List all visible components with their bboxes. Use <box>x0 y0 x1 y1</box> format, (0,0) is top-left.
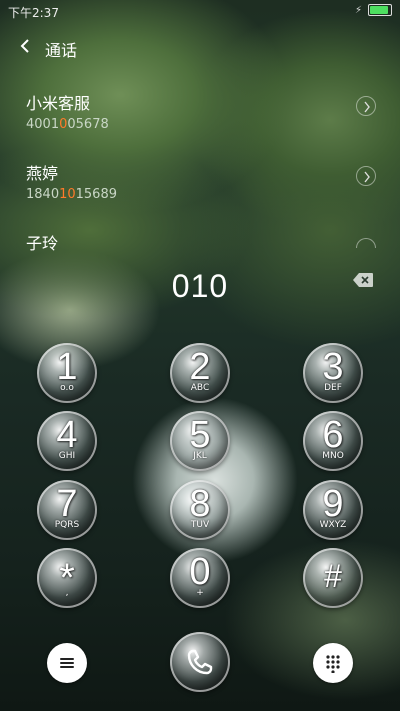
contact-detail-button[interactable] <box>356 166 376 186</box>
status-icons: ⚡︎ <box>355 4 392 16</box>
bolt-icon: ⚡︎ <box>354 4 362 16</box>
key-4[interactable]: 4 GHI <box>37 411 97 471</box>
status-time: 下午2:37 <box>8 6 59 20</box>
key-9[interactable]: 9 WXYZ <box>303 480 363 540</box>
contact-name: 燕婷 <box>26 164 59 183</box>
key-5[interactable]: 5 JKL <box>170 411 230 471</box>
menu-button[interactable] <box>47 643 87 683</box>
battery-icon <box>368 4 392 16</box>
key-7[interactable]: 7 PQRS <box>37 480 97 540</box>
backspace-icon[interactable] <box>352 272 374 288</box>
key-letters: GHI <box>58 451 76 461</box>
key-letters: + <box>196 588 204 598</box>
status-bar: 下午2:37 ⚡︎ <box>0 0 400 22</box>
keypad-icon <box>326 655 340 673</box>
number-match-highlight: 10 <box>59 187 76 202</box>
contact-number: 4001005678 <box>26 117 109 132</box>
chevron-right-icon <box>364 101 370 113</box>
dialed-number: 010 <box>171 268 229 304</box>
key-hash[interactable]: # <box>303 548 363 608</box>
key-2[interactable]: 2 ABC <box>170 343 230 403</box>
contact-item[interactable]: 小米客服 4001005678 <box>26 90 376 140</box>
contact-name: 子玲 <box>26 234 59 253</box>
key-letters: MNO <box>322 451 344 461</box>
call-button[interactable] <box>170 632 230 692</box>
key-letters: o.o <box>60 383 74 393</box>
menu-icon <box>60 658 74 668</box>
key-letters: WXYZ <box>319 520 347 530</box>
key-0[interactable]: 0 + <box>170 548 230 608</box>
key-letters: DEF <box>324 383 342 393</box>
key-digit: # <box>324 558 342 594</box>
key-letters: PQRS <box>54 520 80 530</box>
key-3[interactable]: 3 DEF <box>303 343 363 403</box>
key-star[interactable]: * , <box>37 548 97 608</box>
chevron-left-icon[interactable] <box>16 36 36 56</box>
key-8[interactable]: 8 TUV <box>170 480 230 540</box>
key-1[interactable]: 1 o.o <box>37 343 97 403</box>
contact-item[interactable]: 燕婷 18401015689 <box>26 160 376 210</box>
keypad-toggle-button[interactable] <box>313 643 353 683</box>
contact-number: 18401015689 <box>26 187 117 202</box>
page-title: 通话 <box>45 41 78 60</box>
key-letters: ABC <box>190 383 210 393</box>
key-letters: , <box>65 588 69 598</box>
contact-detail-button[interactable] <box>356 96 376 116</box>
contact-name: 小米客服 <box>26 94 91 113</box>
chevron-right-icon <box>364 171 370 183</box>
phone-icon <box>187 649 213 675</box>
key-6[interactable]: 6 MNO <box>303 411 363 471</box>
key-letters: JKL <box>193 451 207 461</box>
header: 通话 <box>0 32 400 62</box>
key-letters: TUV <box>190 520 210 530</box>
contact-item[interactable]: 子玲 <box>26 230 376 260</box>
